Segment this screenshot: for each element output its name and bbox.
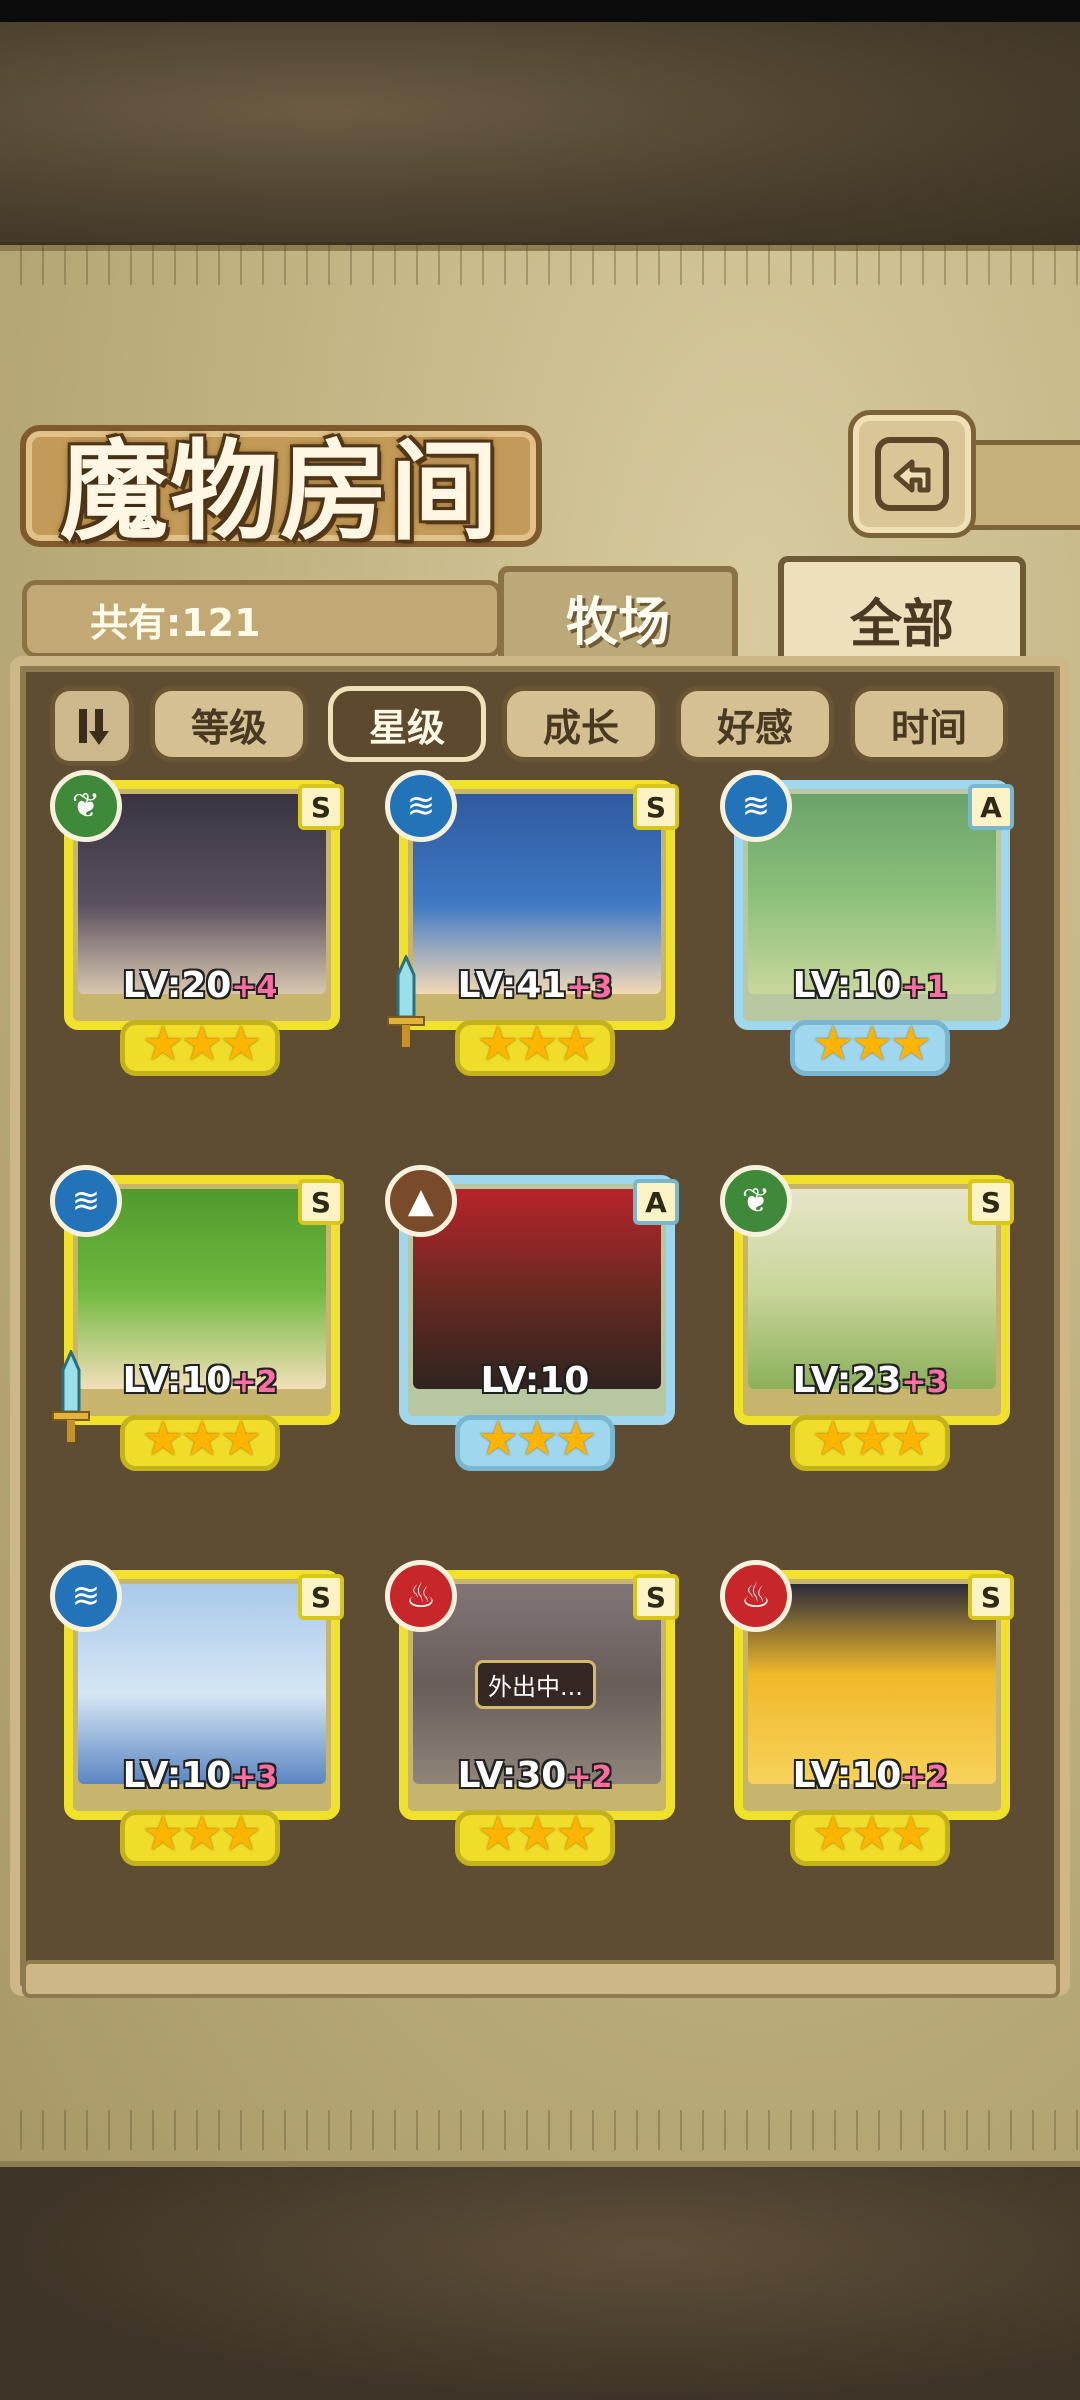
rarity-badge: S (968, 1574, 1014, 1620)
water-waves-icon: ≋ (720, 770, 792, 842)
level-label: LV:23+3 (792, 1360, 948, 1401)
rarity-badge: S (298, 1179, 344, 1225)
star-rating: ★★★ (141, 1806, 262, 1862)
water-waves-icon: ≋ (385, 770, 457, 842)
map-background-bottom (0, 2150, 1080, 2400)
monster-card[interactable]: S ❦ LV:23+3 ★★★ (720, 1165, 1020, 1485)
level-label: LV:10+2 (792, 1755, 948, 1796)
sort-star-button[interactable]: 星级 (328, 686, 486, 762)
flame-icon: ♨ (720, 1560, 792, 1632)
level-label: LV:10+3 (122, 1755, 278, 1796)
leaf-icon: ❦ (50, 770, 122, 842)
rarity-badge: S (633, 784, 679, 830)
monster-grid: S ❦ LV:20+4 ★★★ S ≋ LV:41+3 ★★★ A ≋ LV:1… (40, 770, 1040, 1955)
mountain-icon: ▲ (385, 1165, 457, 1237)
star-rating: ★★★ (476, 1016, 597, 1072)
monster-card[interactable]: A ▲ LV:10 ★★★ (385, 1165, 685, 1485)
star-rating: ★★★ (141, 1016, 262, 1072)
list-bottom-rail (22, 1960, 1060, 1998)
monster-card[interactable]: S ≋ LV:10+3 ★★★ (50, 1560, 350, 1880)
rarity-badge: A (633, 1179, 679, 1225)
star-rating: ★★★ (811, 1016, 932, 1072)
star-rating: ★★★ (476, 1411, 597, 1467)
water-waves-icon: ≋ (50, 1165, 122, 1237)
level-label: LV:10+1 (792, 965, 948, 1006)
star-rating: ★★★ (141, 1411, 262, 1467)
star-rating: ★★★ (811, 1806, 932, 1862)
rarity-badge: S (633, 1574, 679, 1620)
water-waves-icon: ≋ (50, 1560, 122, 1632)
panel-zigzag-bottom (0, 2110, 1080, 2150)
rarity-badge: S (298, 1574, 344, 1620)
panel-zigzag-top (0, 245, 1080, 285)
sort-level-button[interactable]: 等级 (150, 686, 308, 762)
away-status-badge: 外出中... (475, 1660, 596, 1709)
status-bar (0, 0, 1080, 22)
monster-card[interactable]: A ≋ LV:10+1 ★★★ (720, 770, 1020, 1090)
map-background-top (0, 22, 1080, 242)
sort-affection-button[interactable]: 好感 (676, 686, 834, 762)
sort-order-icon (79, 709, 109, 745)
monster-card[interactable]: S ♨ LV:10+2 ★★★ (720, 1560, 1020, 1880)
sort-time-button[interactable]: 时间 (850, 686, 1008, 762)
return-arrow-icon (875, 437, 949, 511)
tab-ranch[interactable]: 牧场 (498, 566, 738, 668)
level-label: LV:20+4 (122, 965, 278, 1006)
rarity-badge: S (968, 1179, 1014, 1225)
rarity-badge: A (968, 784, 1014, 830)
monster-card[interactable]: S ≋ LV:41+3 ★★★ (385, 770, 685, 1090)
monster-card[interactable]: S ≋ LV:10+2 ★★★ (50, 1165, 350, 1485)
level-label: LV:10+2 (122, 1360, 278, 1401)
sort-order-toggle[interactable] (50, 686, 134, 766)
monster-count: 共有:121 (90, 601, 261, 645)
back-button[interactable] (848, 410, 976, 538)
level-label: LV:41+3 (457, 965, 613, 1006)
sort-growth-button[interactable]: 成长 (502, 686, 660, 762)
page-title: 魔物房间 (60, 429, 501, 555)
level-label: LV:30+2 (457, 1755, 613, 1796)
back-button-tail (960, 440, 1080, 530)
star-rating: ★★★ (476, 1806, 597, 1862)
monster-card[interactable]: S ♨ 外出中... LV:30+2 ★★★ (385, 1560, 685, 1880)
monster-card[interactable]: S ❦ LV:20+4 ★★★ (50, 770, 350, 1090)
level-label: LV:10 (480, 1360, 590, 1401)
leaf-icon: ❦ (720, 1165, 792, 1237)
star-rating: ★★★ (811, 1411, 932, 1467)
rarity-badge: S (298, 784, 344, 830)
flame-icon: ♨ (385, 1560, 457, 1632)
